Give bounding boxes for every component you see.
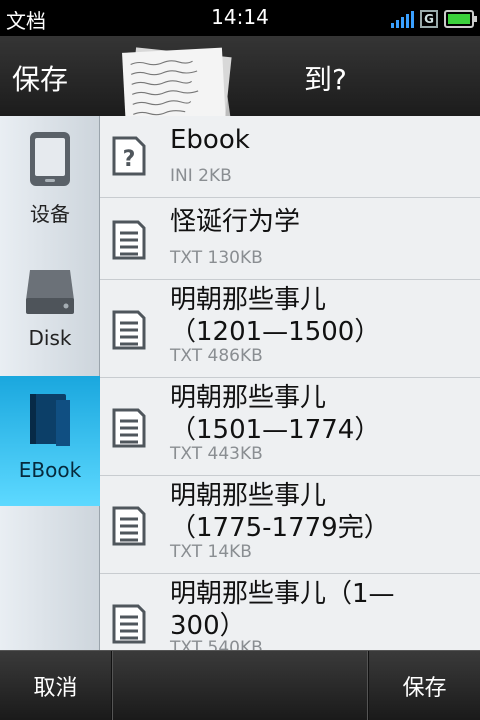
text-file-icon [112,506,146,546]
unknown-file-icon: ? [112,136,146,176]
file-list[interactable]: ? Ebook INI 2KB 怪诞行为学 TXT 130KB 明朝那些事儿 （… [100,116,480,650]
text-file-icon [112,220,146,260]
cancel-button[interactable]: 取消 [0,651,112,720]
book-icon [30,394,70,446]
file-name: 明朝那些事儿（1— 300） [170,579,395,641]
file-meta: TXT 443KB [170,444,263,464]
network-type-icon: G [420,10,438,28]
list-item-file[interactable]: 明朝那些事儿 （1501—1774） TXT 443KB [100,378,480,476]
documents-icon [122,47,233,116]
signal-icon [391,10,414,28]
action-bar: 取消 保存 [0,650,480,720]
file-name: Ebook [170,125,250,155]
list-item-file[interactable]: 明朝那些事儿 （1775-1779完） TXT 14KB [100,476,480,574]
location-sidebar: 设备 Disk EBook [0,116,100,650]
phone-icon [30,132,70,186]
svg-text:?: ? [123,147,136,172]
sidebar-item-device[interactable]: 设备 [0,116,100,246]
file-meta: TXT 14KB [170,542,252,562]
list-item-file[interactable]: 明朝那些事儿 （1201—1500） TXT 486KB [100,280,480,378]
sidebar-item-label: 设备 [30,202,70,226]
status-bar: 文档 14:14 G [0,0,480,36]
text-file-icon [112,408,146,448]
file-name: 明朝那些事儿 （1501—1774） [170,383,381,445]
file-meta: INI 2KB [170,166,232,186]
text-file-icon [112,310,146,350]
file-meta: TXT 540KB [170,638,263,650]
sidebar-item-disk[interactable]: Disk [0,246,100,376]
text-file-icon [112,604,146,644]
battery-icon [444,10,477,28]
sidebar-item-label: Disk [28,326,72,350]
file-name: 明朝那些事儿 （1201—1500） [170,285,381,347]
dialog-header: 保存 到? [0,36,480,116]
status-icons: G [391,8,477,28]
file-name: 明朝那些事儿 （1775-1779完） [170,481,390,543]
file-meta: TXT 486KB [170,346,263,366]
save-button[interactable]: 保存 [368,651,480,720]
list-item-file[interactable]: 明朝那些事儿（1— 300） TXT 540KB [100,574,480,650]
action-bar-spacer [112,651,368,720]
file-name: 怪诞行为学 [170,207,301,237]
header-destination-label: 到? [304,63,347,96]
file-meta: TXT 130KB [170,248,263,268]
list-item-ebook[interactable]: ? Ebook INI 2KB [100,116,480,198]
list-item-file[interactable]: 怪诞行为学 TXT 130KB [100,198,480,280]
sidebar-item-ebook[interactable]: EBook [0,376,100,506]
sidebar-item-label: EBook [18,458,82,482]
header-save-label: 保存 [12,63,69,96]
disk-icon [26,270,74,314]
